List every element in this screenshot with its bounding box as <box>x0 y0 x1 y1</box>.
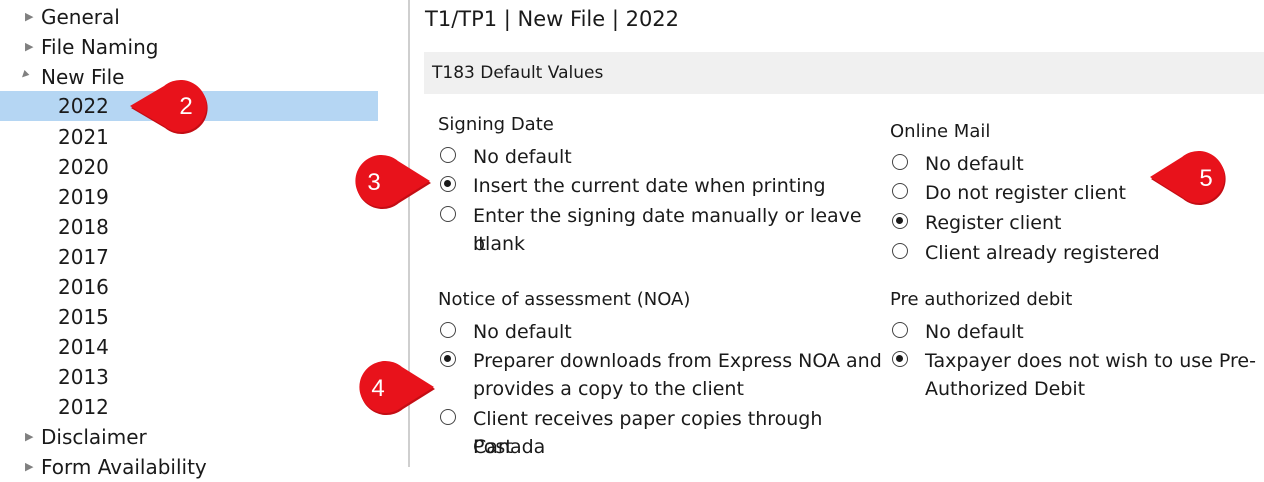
tree-item-general[interactable]: ▶ General <box>0 2 200 32</box>
expander-expanded-icon[interactable]: ▼ <box>11 62 41 92</box>
radio-label: Preparer downloads from Express NOA and <box>473 350 882 372</box>
tree-item-label: New File <box>41 65 125 89</box>
tree-item-2018[interactable]: 2018 <box>0 212 200 242</box>
signing-insert-current-date-radio[interactable]: Insert the current date when printing <box>440 172 860 200</box>
callout-2-number: 2 <box>179 93 192 120</box>
signing-date-label: Signing Date <box>438 114 554 135</box>
callout-5-number: 5 <box>1199 165 1212 192</box>
tree-item-disclaimer[interactable]: ▶ Disclaimer <box>0 422 200 452</box>
online-mail-do-not-register-radio[interactable]: Do not register client <box>892 179 1192 207</box>
noa-preparer-downloads-radio[interactable]: Preparer downloads from Express NOA and … <box>440 347 890 405</box>
online-mail-label: Online Mail <box>890 121 991 142</box>
radio-circle[interactable] <box>892 322 908 338</box>
pad-taxpayer-does-not-wish-radio[interactable]: Taxpayer does not wish to use Pre- Autho… <box>892 347 1262 405</box>
callout-4: 4 <box>340 356 436 418</box>
radio-circle[interactable] <box>440 322 456 338</box>
radio-label-continued: Authorized Debit <box>925 378 1086 400</box>
tree-item-file-naming[interactable]: ▶ File Naming <box>0 32 200 62</box>
signing-no-default-radio[interactable]: No default <box>440 143 860 171</box>
signing-enter-manually-radio[interactable]: Enter the signing date manually or leave… <box>440 202 880 260</box>
pad-label: Pre authorized debit <box>890 289 1073 310</box>
radio-label-continued: blank <box>473 233 526 255</box>
radio-label-continued: provides a copy to the client <box>473 378 744 400</box>
radio-label: Enter the signing date manually or leave… <box>473 205 862 255</box>
tree-item-2012[interactable]: 2012 <box>0 392 200 422</box>
tree-item-label: Disclaimer <box>41 425 147 449</box>
callout-2: 2 <box>128 76 224 136</box>
radio-circle-selected[interactable] <box>440 351 456 367</box>
noa-label: Notice of assessment (NOA) <box>438 289 691 310</box>
callout-4-number: 4 <box>371 375 384 402</box>
callout-3: 3 <box>336 150 432 212</box>
radio-circle[interactable] <box>440 409 456 425</box>
tree-item-label: 2017 <box>58 245 109 269</box>
noa-no-default-radio[interactable]: No default <box>440 318 860 346</box>
radio-circle[interactable] <box>892 243 908 259</box>
breadcrumb: T1/TP1 | New File | 2022 <box>425 7 680 31</box>
expander-collapsed-icon[interactable]: ▶ <box>25 452 37 482</box>
settings-panel: T1/TP1 | New File | 2022 T183 Default Va… <box>410 0 1264 467</box>
tree-item-label: 2019 <box>58 185 109 209</box>
tree-item-label: 2015 <box>58 305 109 329</box>
radio-circle-selected[interactable] <box>892 351 908 367</box>
tree-item-label: 2021 <box>58 125 109 149</box>
radio-label: Do not register client <box>925 182 1126 204</box>
tree-item-form-availability[interactable]: ▶ Form Availability <box>0 452 230 482</box>
tree-item-label: 2018 <box>58 215 109 239</box>
online-mail-register-client-radio[interactable]: Register client <box>892 209 1192 237</box>
tree-item-2015[interactable]: 2015 <box>0 302 200 332</box>
expander-collapsed-icon[interactable]: ▶ <box>25 422 37 452</box>
radio-circle[interactable] <box>892 183 908 199</box>
tree-item-2017[interactable]: 2017 <box>0 242 200 272</box>
section-title: T183 Default Values <box>432 63 604 83</box>
tree-item-label: Form Availability <box>41 455 207 479</box>
radio-label: Client receives paper copies through Can… <box>473 408 823 458</box>
pad-no-default-radio[interactable]: No default <box>892 318 1242 346</box>
callout-3-number: 3 <box>367 169 380 196</box>
tree-item-label: 2012 <box>58 395 109 419</box>
radio-label: No default <box>473 321 572 343</box>
expander-collapsed-icon[interactable]: ▶ <box>25 32 37 62</box>
tree-item-label: 2022 <box>58 94 109 118</box>
tree-item-label: 2013 <box>58 365 109 389</box>
radio-label-continued: Post <box>473 436 513 458</box>
tree-item-label: File Naming <box>41 35 159 59</box>
tree-item-2016[interactable]: 2016 <box>0 272 200 302</box>
radio-circle-selected[interactable] <box>892 213 908 229</box>
tree-item-2014[interactable]: 2014 <box>0 332 200 362</box>
expander-collapsed-icon[interactable]: ▶ <box>25 2 37 32</box>
callout-5: 5 <box>1148 146 1244 208</box>
radio-circle[interactable] <box>440 206 456 222</box>
radio-label: Insert the current date when printing <box>473 175 826 197</box>
noa-paper-copies-radio[interactable]: Client receives paper copies through Can… <box>440 405 890 463</box>
section-header: T183 Default Values <box>424 52 1264 94</box>
tree-item-label: 2016 <box>58 275 109 299</box>
radio-label: Client already registered <box>925 242 1160 264</box>
radio-circle[interactable] <box>892 154 908 170</box>
radio-circle-selected[interactable] <box>440 176 456 192</box>
tree-item-label: General <box>41 5 120 29</box>
tree-item-2020[interactable]: 2020 <box>0 152 200 182</box>
tree-item-2013[interactable]: 2013 <box>0 362 200 392</box>
tree-item-label: 2014 <box>58 335 109 359</box>
radio-label: Register client <box>925 212 1062 234</box>
radio-label: No default <box>925 321 1024 343</box>
radio-label: No default <box>473 146 572 168</box>
radio-label: No default <box>925 153 1024 175</box>
radio-label: Taxpayer does not wish to use Pre- <box>925 350 1256 372</box>
online-mail-no-default-radio[interactable]: No default <box>892 150 1192 178</box>
tree-item-2019[interactable]: 2019 <box>0 182 200 212</box>
tree-item-label: 2020 <box>58 155 109 179</box>
radio-circle[interactable] <box>440 147 456 163</box>
online-mail-already-registered-radio[interactable]: Client already registered <box>892 239 1192 267</box>
